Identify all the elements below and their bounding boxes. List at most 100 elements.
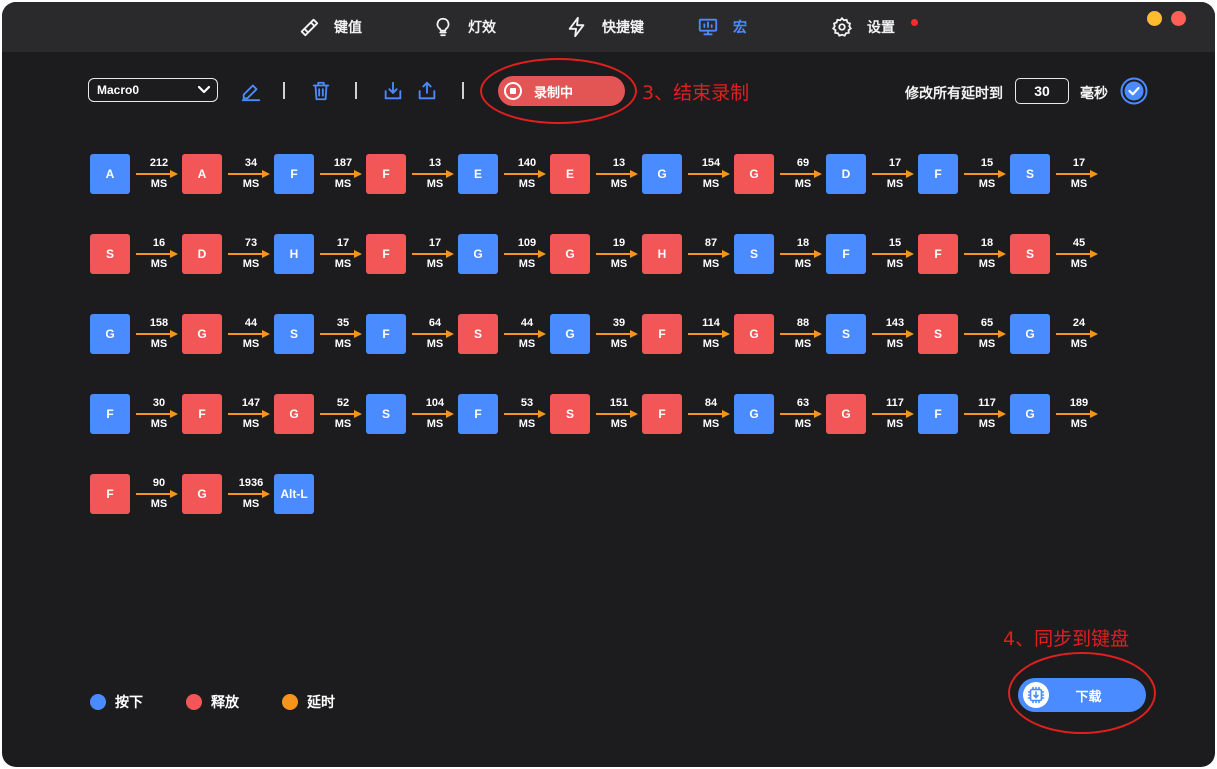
delay-step[interactable]: 64 MS [406, 314, 458, 354]
key-release-step[interactable]: F [182, 394, 222, 434]
key-press-step[interactable]: D [826, 154, 866, 194]
delay-step[interactable]: 17 MS [866, 154, 918, 194]
key-release-step[interactable]: G [734, 154, 774, 194]
trash-icon[interactable] [310, 80, 332, 102]
delay-step[interactable]: 19 MS [590, 234, 642, 274]
delay-step[interactable]: 45 MS [1050, 234, 1102, 274]
key-release-step[interactable]: S [918, 314, 958, 354]
key-press-step[interactable]: G [1010, 314, 1050, 354]
key-press-step[interactable]: F [458, 394, 498, 434]
delay-all-input[interactable] [1015, 78, 1069, 104]
key-release-step[interactable]: F [918, 234, 958, 274]
delay-step[interactable]: 44 MS [222, 314, 274, 354]
delay-step[interactable]: 187 MS [314, 154, 366, 194]
delay-step[interactable]: 17 MS [1050, 154, 1102, 194]
delay-step[interactable]: 147 MS [222, 394, 274, 434]
delay-step[interactable]: 212 MS [130, 154, 182, 194]
delay-step[interactable]: 158 MS [130, 314, 182, 354]
delay-step[interactable]: 109 MS [498, 234, 550, 274]
delay-step[interactable]: 30 MS [130, 394, 182, 434]
key-release-step[interactable]: G [734, 314, 774, 354]
key-press-step[interactable]: S [734, 234, 774, 274]
delay-step[interactable]: 140 MS [498, 154, 550, 194]
delay-step[interactable]: 151 MS [590, 394, 642, 434]
key-release-step[interactable]: A [182, 154, 222, 194]
nav-tab-lighting[interactable]: 灯效 [432, 2, 496, 52]
delay-step[interactable]: 104 MS [406, 394, 458, 434]
key-press-step[interactable]: G [642, 154, 682, 194]
delay-step[interactable]: 63 MS [774, 394, 826, 434]
key-press-step[interactable]: H [274, 234, 314, 274]
delay-step[interactable]: 143 MS [866, 314, 918, 354]
key-release-step[interactable]: G [550, 234, 590, 274]
key-release-step[interactable]: F [642, 394, 682, 434]
key-release-step[interactable]: S [90, 234, 130, 274]
delay-step[interactable]: 114 MS [682, 314, 734, 354]
key-press-step[interactable]: G [90, 314, 130, 354]
key-release-step[interactable]: F [366, 154, 406, 194]
key-release-step[interactable]: F [90, 474, 130, 514]
delay-step[interactable]: 90 MS [130, 474, 182, 514]
key-press-step[interactable]: F [366, 314, 406, 354]
key-press-step[interactable]: F [918, 394, 958, 434]
delay-step[interactable]: 189 MS [1050, 394, 1102, 434]
close-button[interactable] [1171, 11, 1186, 26]
delay-step[interactable]: 44 MS [498, 314, 550, 354]
key-release-step[interactable]: S [1010, 234, 1050, 274]
key-press-step[interactable]: Alt-L [274, 474, 314, 514]
delay-step[interactable]: 52 MS [314, 394, 366, 434]
delay-step[interactable]: 65 MS [958, 314, 1010, 354]
delay-step[interactable]: 15 MS [958, 154, 1010, 194]
key-press-step[interactable]: S [826, 314, 866, 354]
delay-step[interactable]: 73 MS [222, 234, 274, 274]
key-release-step[interactable]: H [642, 234, 682, 274]
key-press-step[interactable]: F [826, 234, 866, 274]
import-icon[interactable] [382, 80, 404, 102]
key-press-step[interactable]: S [1010, 154, 1050, 194]
delay-step[interactable]: 17 MS [406, 234, 458, 274]
delay-step[interactable]: 34 MS [222, 154, 274, 194]
nav-tab-keys[interactable]: 键值 [298, 2, 362, 52]
download-button[interactable]: 下载 [1018, 678, 1146, 712]
key-press-step[interactable]: F [918, 154, 958, 194]
delay-step[interactable]: 88 MS [774, 314, 826, 354]
delay-step[interactable]: 117 MS [958, 394, 1010, 434]
delay-step[interactable]: 154 MS [682, 154, 734, 194]
delay-step[interactable]: 13 MS [590, 154, 642, 194]
key-press-step[interactable]: E [458, 154, 498, 194]
macro-select[interactable]: Macro0 [88, 78, 218, 102]
delay-step[interactable]: 17 MS [314, 234, 366, 274]
key-release-step[interactable]: D [182, 234, 222, 274]
delay-step[interactable]: 18 MS [774, 234, 826, 274]
key-press-step[interactable]: G [550, 314, 590, 354]
key-release-step[interactable]: F [366, 234, 406, 274]
delay-step[interactable]: 15 MS [866, 234, 918, 274]
key-press-step[interactable]: G [734, 394, 774, 434]
delay-step[interactable]: 35 MS [314, 314, 366, 354]
key-press-step[interactable]: F [274, 154, 314, 194]
key-release-step[interactable]: G [274, 394, 314, 434]
delay-step[interactable]: 16 MS [130, 234, 182, 274]
export-icon[interactable] [416, 80, 438, 102]
minimize-button[interactable] [1147, 11, 1162, 26]
delay-step[interactable]: 39 MS [590, 314, 642, 354]
key-release-step[interactable]: G [826, 394, 866, 434]
key-press-step[interactable]: A [90, 154, 130, 194]
key-release-step[interactable]: S [550, 394, 590, 434]
key-press-step[interactable]: S [366, 394, 406, 434]
delay-step[interactable]: 69 MS [774, 154, 826, 194]
delay-step[interactable]: 24 MS [1050, 314, 1102, 354]
delay-step[interactable]: 18 MS [958, 234, 1010, 274]
delay-step[interactable]: 53 MS [498, 394, 550, 434]
check-circle-icon[interactable] [1120, 77, 1148, 105]
key-press-step[interactable]: F [90, 394, 130, 434]
key-press-step[interactable]: G [458, 234, 498, 274]
key-release-step[interactable]: F [642, 314, 682, 354]
delay-step[interactable]: 1936 MS [222, 474, 274, 514]
recording-button[interactable]: 录制中 [498, 76, 625, 106]
delay-step[interactable]: 117 MS [866, 394, 918, 434]
nav-tab-shortcuts[interactable]: 快捷键 [566, 2, 644, 52]
delay-step[interactable]: 13 MS [406, 154, 458, 194]
delay-step[interactable]: 84 MS [682, 394, 734, 434]
key-release-step[interactable]: E [550, 154, 590, 194]
